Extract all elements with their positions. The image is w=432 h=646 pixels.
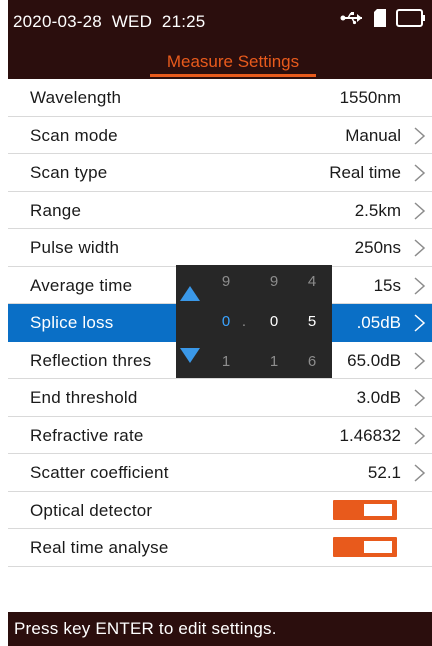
spinner-digit-above: 9 bbox=[269, 273, 279, 290]
real-time-analyse-toggle[interactable] bbox=[333, 537, 397, 557]
setting-label: Reflection thres bbox=[30, 350, 152, 370]
setting-row-pulse-width[interactable]: Pulse width 250ns bbox=[8, 229, 432, 267]
setting-value: 52.1 bbox=[367, 463, 401, 482]
spinner-digit-current[interactable]: 5 bbox=[300, 313, 324, 330]
setting-value: 15s bbox=[373, 275, 401, 295]
status-datetime: 2020-03-28 WED 21:25 bbox=[13, 12, 206, 31]
toggle-knob bbox=[364, 541, 392, 553]
spinner-decimal-point: . bbox=[241, 313, 247, 330]
value-spinner-popup[interactable]: 9 9 4 0 . 0 5 1 1 6 bbox=[176, 265, 332, 378]
setting-value: 1.46832 bbox=[339, 425, 401, 445]
chevron-right-icon bbox=[414, 164, 426, 182]
chevron-right-icon bbox=[414, 351, 426, 370]
setting-value: Manual bbox=[345, 125, 401, 145]
spinner-digit-above: 9 bbox=[221, 273, 231, 290]
chevron-right-icon bbox=[414, 201, 426, 220]
setting-label: End threshold bbox=[30, 388, 138, 407]
setting-row-scatter-coefficient[interactable]: Scatter coefficient 52.1 bbox=[8, 454, 432, 492]
spinner-digit-below: 1 bbox=[269, 353, 279, 370]
chevron-right-icon bbox=[414, 276, 426, 295]
chevron-right-icon bbox=[414, 314, 426, 332]
setting-label: Scan mode bbox=[30, 125, 118, 145]
spinner-digit-below: 6 bbox=[307, 353, 317, 370]
sd-card-icon bbox=[374, 8, 386, 32]
setting-row-range[interactable]: Range 2.5km bbox=[8, 192, 432, 229]
title-underline bbox=[150, 74, 316, 77]
setting-label: Refractive rate bbox=[30, 425, 144, 445]
spinner-digit-current[interactable]: 0 bbox=[262, 313, 286, 330]
setting-value: 1550nm bbox=[339, 88, 401, 107]
spinner-digit-above: 4 bbox=[307, 273, 317, 290]
footer-hint: Press key ENTER to edit settings. bbox=[14, 619, 277, 638]
setting-value: 2.5km bbox=[354, 200, 401, 220]
status-icons bbox=[330, 8, 426, 32]
setting-label: Scatter coefficient bbox=[30, 463, 169, 482]
spinner-digit-current[interactable]: 0 bbox=[214, 313, 238, 330]
toggle-knob bbox=[364, 503, 392, 516]
setting-value: Real time bbox=[329, 163, 401, 182]
setting-label: Real time analyse bbox=[30, 538, 169, 557]
chevron-right-icon bbox=[414, 239, 426, 257]
arrow-down-icon[interactable] bbox=[180, 348, 200, 363]
setting-value: 65.0dB bbox=[347, 350, 401, 370]
setting-label: Scan type bbox=[30, 163, 108, 182]
setting-label: Splice loss bbox=[30, 313, 114, 332]
setting-label: Range bbox=[30, 200, 82, 220]
setting-label: Pulse width bbox=[30, 238, 120, 257]
usb-icon bbox=[340, 11, 364, 30]
setting-row-scan-mode[interactable]: Scan mode Manual bbox=[8, 117, 432, 154]
setting-label: Wavelength bbox=[30, 88, 122, 107]
page-title: Measure Settings bbox=[166, 52, 300, 71]
footer-bar: Press key ENTER to edit settings. bbox=[8, 612, 432, 646]
chevron-right-icon bbox=[414, 126, 426, 145]
chevron-right-icon bbox=[414, 426, 426, 445]
setting-value: 250ns bbox=[354, 238, 401, 257]
setting-row-wavelength[interactable]: Wavelength 1550nm bbox=[8, 79, 432, 117]
setting-value: .05dB bbox=[356, 313, 401, 332]
chevron-right-icon bbox=[414, 389, 426, 407]
arrow-up-icon[interactable] bbox=[180, 286, 200, 301]
setting-row-end-threshold[interactable]: End threshold 3.0dB bbox=[8, 379, 432, 417]
device-screen: 2020-03-28 WED 21:25 Measure Settings Wa… bbox=[0, 0, 432, 646]
chevron-right-icon bbox=[414, 464, 426, 482]
setting-row-scan-type[interactable]: Scan type Real time bbox=[8, 154, 432, 192]
setting-label: Average time bbox=[30, 275, 133, 295]
setting-label: Optical detector bbox=[30, 500, 153, 520]
setting-row-optical-detector: Optical detector bbox=[8, 492, 432, 529]
setting-value: 3.0dB bbox=[356, 388, 401, 407]
setting-row-real-time-analyse: Real time analyse bbox=[8, 529, 432, 567]
spinner-digit-below: 1 bbox=[221, 353, 231, 370]
setting-row-refractive-rate[interactable]: Refractive rate 1.46832 bbox=[8, 417, 432, 454]
battery-icon bbox=[396, 8, 426, 32]
status-bar: 2020-03-28 WED 21:25 Measure Settings bbox=[8, 0, 432, 79]
optical-detector-toggle[interactable] bbox=[333, 499, 397, 520]
